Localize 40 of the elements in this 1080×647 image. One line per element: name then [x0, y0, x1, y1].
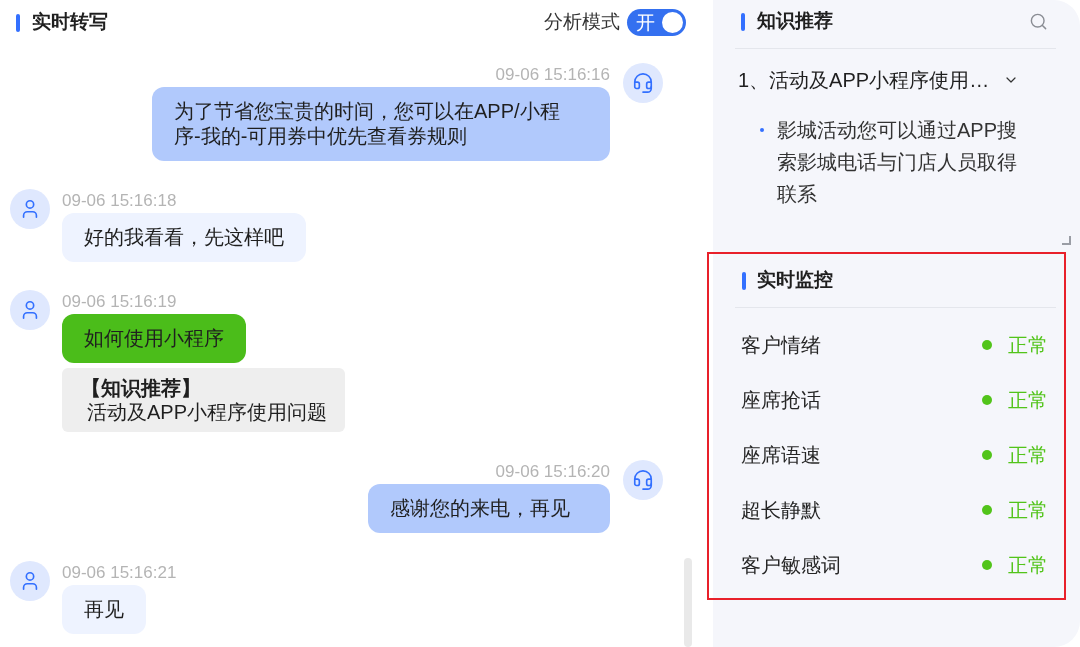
analysis-mode-toggle[interactable]: 开 [627, 9, 686, 36]
message-bubble: 如何使用小程序 [62, 314, 246, 363]
message-bubble: 感谢您的来电，再见 [368, 484, 610, 533]
monitor-label: 客户情绪 [741, 332, 821, 358]
user-avatar-icon [10, 290, 50, 330]
panel-title: 实时转写 [32, 10, 108, 35]
title-accent-bar-icon [742, 271, 746, 290]
message-timestamp: 09-06 15:16:21 [62, 562, 177, 584]
section-title: 知识推荐 [757, 9, 833, 34]
status-text: 正常 [1008, 442, 1048, 468]
knowledge-item-header[interactable]: 1、活动及APP小程序使用… [735, 63, 1056, 97]
message-bubble: 为了节省您宝贵的时间，您可以在APP/小程序-我的-可用券中优先查看券规则 [152, 87, 610, 161]
title-accent-bar-icon [16, 13, 20, 32]
message-timestamp: 09-06 15:16:19 [62, 291, 177, 313]
user-avatar-icon [10, 189, 50, 229]
monitor-label: 超长静默 [741, 497, 821, 523]
headset-avatar-icon [623, 460, 663, 500]
knowledge-card-title: 【知识推荐】 [81, 376, 202, 400]
search-icon[interactable] [1029, 12, 1048, 31]
status-text: 正常 [1008, 387, 1048, 413]
monitor-label: 座席语速 [741, 442, 821, 468]
analysis-mode-label: 分析模式 [544, 10, 620, 35]
message-timestamp: 09-06 15:16:20 [495, 461, 610, 483]
knowledge-card-text: 活动及APP小程序使用问题 [87, 400, 328, 424]
message-timestamp: 09-06 15:16:16 [495, 64, 610, 86]
status-text: 正常 [1008, 552, 1048, 578]
monitor-label: 客户敏感词 [741, 552, 841, 578]
message-bubble: 再见 [62, 585, 146, 634]
section-title: 实时监控 [757, 268, 833, 293]
title-accent-bar-icon [741, 12, 745, 31]
bullet-icon [760, 128, 764, 132]
status-text: 正常 [1008, 332, 1048, 358]
status-text: 正常 [1008, 497, 1048, 523]
headset-avatar-icon [623, 63, 663, 103]
monitor-label: 座席抢话 [741, 387, 821, 413]
user-avatar-icon [10, 561, 50, 601]
resize-handle-icon[interactable] [1062, 236, 1071, 245]
knowledge-detail-text: 影城活动您可以通过APP搜索影城电话与门店人员取得联系 [777, 118, 1019, 207]
message-bubble: 好的我看看，先这样吧 [62, 213, 306, 262]
message-timestamp: 09-06 15:16:18 [62, 190, 177, 212]
